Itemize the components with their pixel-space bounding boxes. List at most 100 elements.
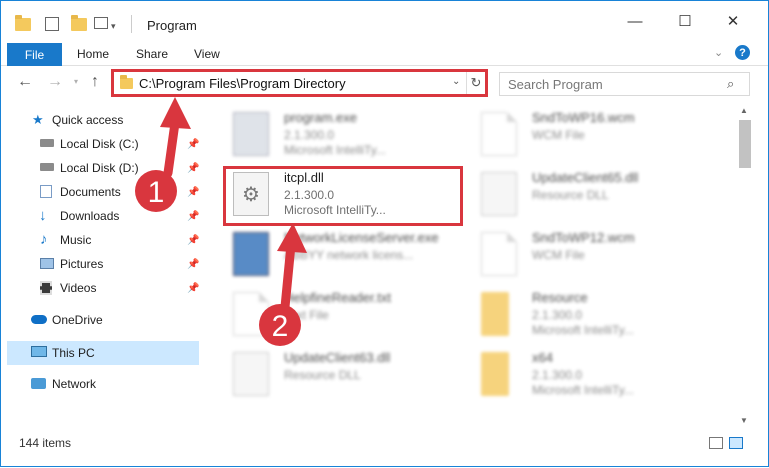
cloud-icon	[31, 315, 47, 324]
expand-ribbon-icon[interactable]: ⌄	[714, 46, 723, 59]
customize-toolbar-icon[interactable]	[94, 17, 108, 29]
file-name: NetworkLicenseServer.exe	[284, 230, 439, 245]
large-icons-view-icon[interactable]	[729, 437, 743, 449]
close-button[interactable]: ✕	[725, 13, 741, 30]
file-type: WCM File	[532, 248, 585, 262]
up-arrow-icon[interactable]: ↑	[91, 73, 99, 91]
sidebar-item-videos[interactable]: Videos 📌	[1, 277, 201, 299]
scroll-up-icon[interactable]: ▲	[740, 106, 748, 115]
file-list: program.exe 2.1.300.0 Microsoft IntelliT…	[211, 102, 736, 422]
sidebar-item-this-pc[interactable]: This PC	[7, 341, 199, 365]
sidebar-item-network[interactable]: Network	[1, 373, 201, 395]
file-version: 2.1.300.0	[532, 308, 583, 322]
network-icon	[31, 378, 46, 389]
address-path[interactable]: C:\Program Files\Program Directory	[139, 76, 346, 91]
sidebar-item-label: Downloads	[60, 209, 120, 223]
file-type: WCM File	[532, 128, 585, 142]
file-item-updateclient63[interactable]: UpdateClient63.dll Resource DLL	[223, 346, 463, 402]
pictures-icon	[40, 258, 54, 269]
file-type: Text File	[284, 308, 329, 322]
documents-icon	[40, 185, 52, 198]
sidebar-item-label: Music	[60, 233, 92, 247]
downloads-icon: ↓	[39, 207, 47, 224]
minimize-button[interactable]: —	[627, 13, 643, 30]
forward-arrow-icon[interactable]: →	[47, 73, 63, 91]
details-view-icon[interactable]	[709, 437, 723, 449]
file-item-networklicenseserver[interactable]: NetworkLicenseServer.exe ABBYY network l…	[223, 226, 463, 282]
file-item-resource[interactable]: Resource 2.1.300.0 Microsoft IntelliTy..…	[471, 286, 711, 342]
help-button[interactable]: ?	[735, 45, 750, 60]
file-name: UpdateClient63.dll	[284, 350, 391, 365]
drive-icon	[40, 163, 54, 171]
sidebar-item-label: Local Disk (C:)	[60, 137, 139, 151]
sidebar-item-pictures[interactable]: Pictures 📌	[1, 253, 201, 275]
scroll-down-icon[interactable]: ▼	[740, 416, 748, 425]
scroll-thumb[interactable]	[739, 120, 751, 168]
pin-icon[interactable]: 📌	[187, 259, 199, 270]
sidebar-item-label: Documents	[60, 185, 121, 199]
file-explorer-window: ▾ Program — ☐ ✕ File Home Share View ⌄ ?…	[0, 0, 769, 467]
title-bar: ▾ Program — ☐ ✕	[1, 1, 768, 41]
toolbar-dropdown-icon[interactable]: ▾	[111, 17, 116, 35]
address-bar[interactable]: C:\Program Files\Program Directory ⌄ ↻	[111, 69, 488, 97]
file-item-sndtowp16[interactable]: SndToWP16.wcm WCM File	[471, 106, 711, 162]
pin-icon[interactable]: 📌	[187, 163, 199, 174]
dll-gear-icon	[233, 352, 269, 396]
sidebar-item-label: OneDrive	[52, 313, 103, 327]
file-item-x64[interactable]: x64 2.1.300.0 Microsoft IntelliTy...	[471, 346, 711, 402]
maximize-button[interactable]: ☐	[677, 13, 693, 30]
exe-icon	[233, 112, 269, 156]
search-icon[interactable]: ⌕	[727, 76, 734, 92]
videos-icon	[40, 281, 52, 295]
properties-icon[interactable]	[45, 17, 59, 31]
file-item-sndtowp12[interactable]: SndToWP12.wcm WCM File	[471, 226, 711, 282]
search-input[interactable]: Search Program	[508, 77, 603, 92]
sidebar-item-quick-access[interactable]: ★ Quick access	[1, 109, 201, 131]
file-description: Microsoft IntelliTy...	[284, 143, 386, 157]
file-name: HelpfineReader.txt	[284, 290, 391, 305]
refresh-icon[interactable]: ↻	[466, 72, 485, 94]
file-description: ABBYY network licens...	[284, 248, 414, 262]
file-name: SndToWP16.wcm	[532, 110, 635, 125]
file-item-program-exe[interactable]: program.exe 2.1.300.0 Microsoft IntelliT…	[223, 106, 463, 162]
tab-home[interactable]: Home	[77, 47, 109, 61]
sidebar-item-local-disk-c[interactable]: Local Disk (C:) 📌	[1, 133, 201, 155]
sidebar-item-label: Videos	[60, 281, 97, 295]
sidebar-item-documents[interactable]: Documents 📌	[1, 181, 201, 203]
music-icon: ♪	[40, 231, 48, 248]
pin-icon[interactable]: 📌	[187, 235, 199, 246]
document-icon	[481, 112, 517, 156]
sidebar-item-music[interactable]: ♪ Music 📌	[1, 229, 201, 251]
pin-icon[interactable]: 📌	[187, 139, 199, 150]
pin-icon[interactable]: 📌	[187, 187, 199, 198]
chevron-down-icon[interactable]: ⌄	[452, 76, 460, 87]
file-version: 2.1.300.0	[284, 128, 335, 142]
folder-icon	[481, 352, 509, 396]
file-item-updateclient65[interactable]: UpdateClient65.dll Resource DLL	[471, 166, 711, 222]
file-name: Resource	[532, 290, 588, 305]
recent-locations-icon[interactable]: ▾	[74, 77, 78, 86]
sidebar-item-downloads[interactable]: ↓ Downloads 📌	[1, 205, 201, 227]
file-name: SndToWP12.wcm	[532, 230, 635, 245]
pin-icon[interactable]: 📌	[187, 211, 199, 222]
pin-icon[interactable]: 📌	[187, 283, 199, 294]
new-folder-icon[interactable]	[71, 14, 87, 33]
file-name: UpdateClient65.dll	[532, 170, 639, 185]
drive-icon	[40, 139, 54, 147]
tab-share[interactable]: Share	[136, 47, 168, 61]
file-item-helpfinereader[interactable]: HelpfineReader.txt Text File	[223, 286, 463, 342]
vertical-scrollbar[interactable]: ▲ ▼	[737, 102, 753, 427]
sidebar-item-onedrive[interactable]: OneDrive	[1, 309, 201, 331]
item-count: 144 items	[19, 436, 72, 450]
window-title: Program	[147, 18, 197, 33]
sidebar-item-local-disk-d[interactable]: Local Disk (D:) 📌	[1, 157, 201, 179]
file-version: 2.1.300.0	[532, 368, 583, 382]
folder-icon	[120, 75, 133, 89]
text-file-icon	[233, 292, 269, 336]
highlight-box-itcpl	[223, 166, 463, 226]
tab-file[interactable]: File	[7, 43, 62, 66]
tab-view[interactable]: View	[194, 47, 220, 61]
search-box[interactable]: Search Program ⌕	[499, 72, 750, 96]
back-arrow-icon[interactable]: ←	[17, 73, 33, 91]
folder-icon	[481, 292, 509, 336]
